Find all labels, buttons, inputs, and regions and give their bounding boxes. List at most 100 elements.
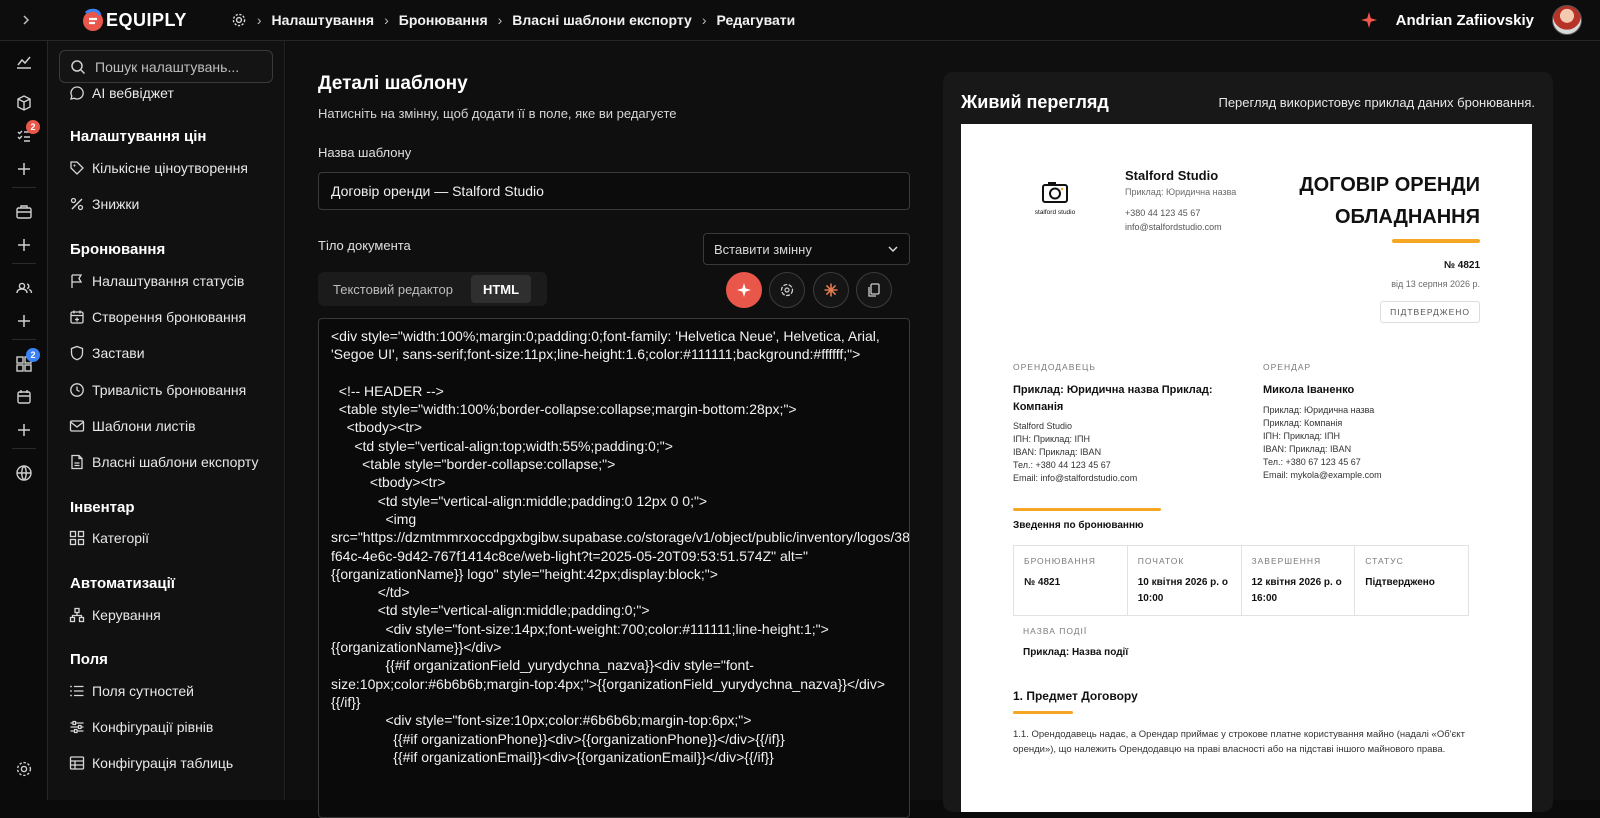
sidebar-item-booking-duration[interactable]: Тривалість бронювання [69,380,246,400]
code-line: <tbody><tr> [331,474,446,491]
breadcrumb: › Налаштування › Бронювання › Власні шаб… [231,12,795,28]
document-title: ДОГОВІР ОРЕНДИ ОБЛАДНАННЯ [1240,169,1480,233]
rail-divider [12,339,36,340]
party-detail-line: ІПН: Приклад: ІПН [1263,431,1340,441]
code-line: <div style="font-size:14px;font-weight:7… [331,620,829,656]
preview-note: Перегляд використовує приклад даних брон… [1218,95,1535,110]
insert-variable-select[interactable]: Вставити змінну [703,233,910,265]
breadcrumb-item-settings[interactable]: Налаштування [272,12,375,28]
summary-cell: ПОЧАТОК 10 квітня 2026 р. о 10:00 [1128,546,1242,615]
sidebar-item-ai-widget[interactable]: AI вебвіджет [69,83,174,103]
sidebar-group-title: Бронювання [70,241,166,258]
settings-search[interactable] [59,50,273,83]
user-name[interactable]: Andrian Zafiiovskiy [1396,12,1534,29]
breadcrumb-item-export-templates[interactable]: Власні шаблони експорту [512,12,692,28]
sidebar-item-export-templates[interactable]: Власні шаблони експорту [69,452,258,472]
expand-sidebar-button[interactable] [0,0,52,41]
gear-icon[interactable] [14,759,34,779]
percent-icon [70,197,84,211]
event-name-block: НАЗВА ПОДІЇ Приклад: Назва події [1013,616,1469,666]
party-detail-line: Тел.: +380 67 123 45 67 [1263,457,1361,467]
rail-divider [12,187,36,188]
plus-icon[interactable] [14,311,34,331]
sidebar-item-discounts[interactable]: Знижки [69,194,139,214]
sidebar-group-title: Інвентар [70,499,135,516]
search-input[interactable] [95,58,255,75]
sidebar-item-entity-fields[interactable]: Поля сутностей [69,681,194,701]
party-detail-line: IBAN: Приклад: IBAN [1013,447,1102,457]
brand-name: EQUIPLY [106,9,187,30]
tab-html[interactable]: HTML [470,275,532,303]
summary-cell: БРОНЮВАННЯ № 4821 [1014,546,1128,615]
summary-cell-head: ПОЧАТОК [1137,556,1185,566]
box-icon[interactable] [14,93,34,113]
ai-sparkle-icon[interactable] [1360,11,1378,29]
sidebar-item-label: Знижки [92,196,140,212]
breadcrumb-separator: › [701,12,707,28]
code-line: {{#if organizationPhone}}<div>{{organiza… [331,730,785,747]
sidebar-item-label: Поля сутностей [92,683,194,699]
document-preview: stalford studio Stalford Studio Приклад:… [961,124,1532,812]
sidebar-item-label: Тривалість бронювання [92,382,247,398]
document-body-label: Тіло документа [318,238,411,253]
section-text: 1.1. Орендодавець надає, а Орендар прийм… [1013,729,1465,755]
document-date: від 13 серпня 2026 р. [1391,279,1480,289]
calendar-icon[interactable] [14,387,34,407]
document-title-line: ОБЛАДНАННЯ [1334,206,1480,228]
sidebar-item-booking-creation[interactable]: Створення бронювання [69,307,246,327]
settings-sidebar: AI вебвіджет Налаштування цін Кількісне … [48,41,285,800]
section-accent-bar [1013,711,1073,714]
gear-icon[interactable] [231,12,247,28]
briefcase-icon[interactable] [14,202,34,222]
sidebar-item-quantity-pricing[interactable]: Кількісне ціноутворення [69,158,248,178]
party-detail-line: Приклад: Юридична назва [1263,405,1375,415]
users-icon[interactable] [14,278,34,298]
code-line: {{#if organizationField_yurydychna_nazva… [331,657,886,710]
summary-accent-bar [1013,508,1161,511]
summary-cell: ЗАВЕРШЕННЯ 12 квітня 2026 р. о 16:00 [1242,546,1356,615]
code-line: <table style="width:100%;border-collapse… [331,401,797,418]
tasks-icon[interactable]: 2 [14,120,40,146]
copy-button[interactable] [856,272,892,308]
sidebar-group-title: Автоматизації [70,575,175,592]
event-name-label: НАЗВА ПОДІЇ [1023,626,1088,636]
openai-button[interactable] [769,272,805,308]
modules-icon[interactable]: 2 [14,348,40,374]
html-code-editor[interactable]: <div style="width:100%;margin:0;padding:… [318,318,910,818]
sidebar-item-categories[interactable]: Категорії [69,528,149,548]
claude-button[interactable] [813,272,849,308]
sidebar-item-table-config[interactable]: Конфігурація таблиць [69,753,233,773]
page-title: Деталі шаблону [318,73,468,94]
code-line: <!-- HEADER --> [331,382,444,399]
globe-icon[interactable] [14,463,34,483]
tab-text-editor[interactable]: Текстовий редактор [321,275,465,303]
analytics-icon[interactable] [14,52,34,72]
tenant-label: ОРЕНДАР [1263,362,1312,372]
code-line: <td style="vertical-align:top;width:55%;… [331,437,673,454]
sidebar-item-automation-management[interactable]: Керування [69,605,161,625]
sidebar-item-label: Керування [92,607,161,623]
app-logo[interactable]: EQUIPLY [80,7,187,33]
ai-generate-button[interactable] [726,272,762,308]
summary-title: Зведення по бронюванню [1013,520,1144,531]
summary-cell-value: № 4821 [1024,577,1061,588]
sidebar-item-label: Конфігурація таблиць [92,755,234,771]
breadcrumb-separator: › [384,12,389,28]
avatar[interactable] [1552,5,1582,35]
sidebar-item-label: Створення бронювання [92,309,247,325]
plus-icon[interactable] [14,420,34,440]
sidebar-group-title: Поля [70,651,108,668]
openai-icon [780,283,794,297]
sidebar-item-status-settings[interactable]: Налаштування статусів [69,271,244,291]
plus-icon[interactable] [14,235,34,255]
sidebar-item-level-configs[interactable]: Конфігурації рівнів [69,717,213,737]
sidebar-item-email-templates[interactable]: Шаблони листів [69,416,196,436]
insert-variable-label: Вставити змінну [714,241,812,257]
plus-icon[interactable] [14,159,34,179]
breadcrumb-separator: › [256,12,262,28]
chevron-right-icon [23,15,30,25]
sidebar-item-deposits[interactable]: Застави [69,343,145,363]
breadcrumb-item-booking[interactable]: Бронювання [399,12,488,28]
template-name-input[interactable] [318,172,910,210]
